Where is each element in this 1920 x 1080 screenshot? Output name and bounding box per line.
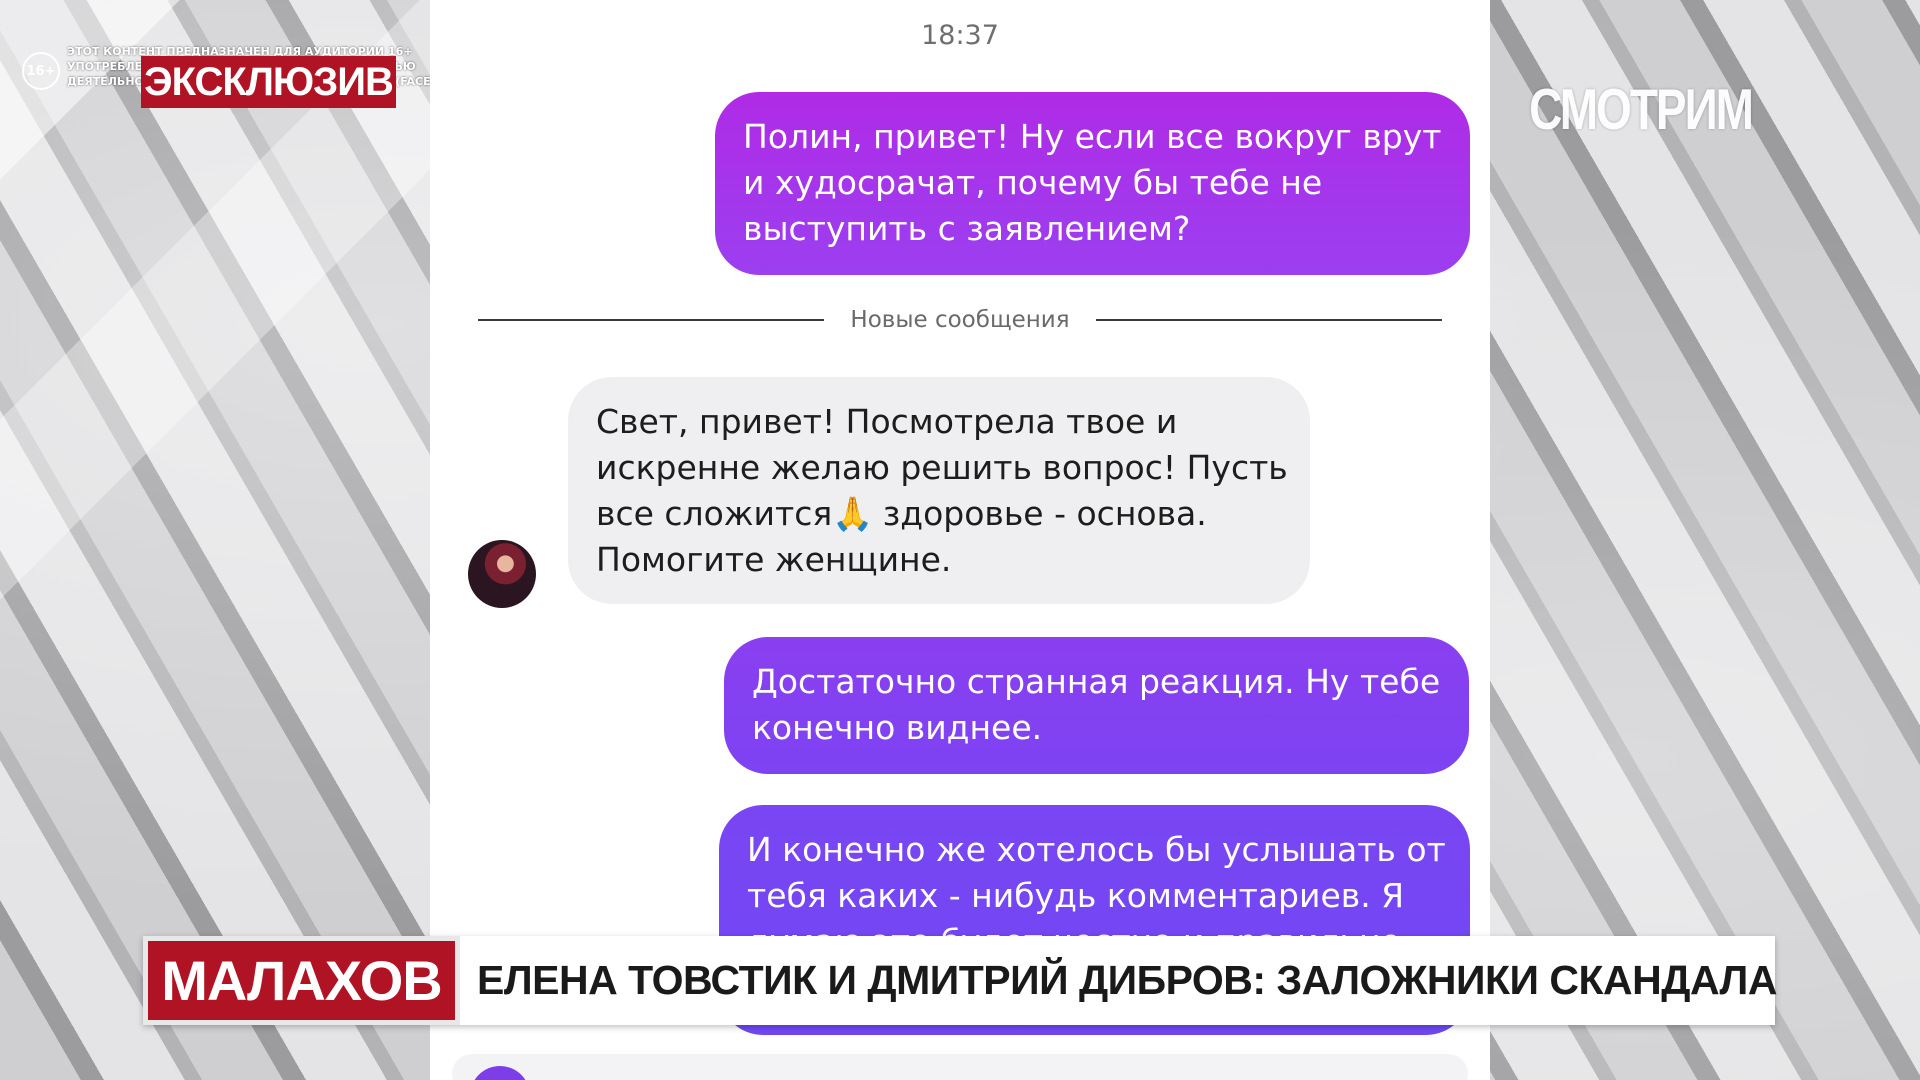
exclusive-badge: ЭКСКЛЮЗИВ [141, 56, 396, 108]
message-line: искренне желаю решить вопрос! Пусть [596, 448, 1288, 487]
message-line: выступить с заявлением? [743, 209, 1191, 248]
message-line: все сложится🙏 здоровье - основа. [596, 491, 1282, 537]
message-line: и худосрачат, почему бы тебе не [743, 163, 1323, 202]
message-line: тебя каких - нибудь комментариев. Я [747, 876, 1405, 915]
show-name-tag: МАЛАХОВ [143, 936, 460, 1025]
message-timestamp: 18:37 [921, 20, 999, 51]
message-composer-strip [452, 1054, 1468, 1080]
message-line: Помогите женщине. [596, 540, 952, 579]
age-rating-badge: 16+ [22, 52, 60, 90]
folded-hands-emoji-icon: 🙏 [832, 494, 874, 533]
divider-rule [1095, 319, 1442, 321]
chat-screenshot: 18:37 Полин, привет! Ну если все вокруг … [430, 0, 1490, 1080]
divider-rule [478, 319, 825, 321]
message-fragment: все сложится [596, 494, 833, 533]
message-line: конечно виднее. [752, 708, 1043, 747]
message-line: Полин, привет! Ну если все вокруг врут [743, 117, 1442, 156]
sender-avatar [468, 540, 536, 608]
message-line: И конечно же хотелось бы услышать от [747, 830, 1446, 869]
outgoing-message: Достаточно странная реакция. Ну тебе кон… [724, 637, 1469, 774]
lower-third-banner: МАЛАХОВ ЕЛЕНА ТОВСТИК И ДМИТРИЙ ДИБРОВ: … [143, 936, 1777, 1025]
message-line: Свет, привет! Посмотрела твое и [596, 402, 1178, 441]
message-line: Достаточно странная реакция. Ну тебе [752, 662, 1441, 701]
outgoing-message: Полин, привет! Ну если все вокруг врут и… [715, 92, 1470, 275]
headline-text: ЕЛЕНА ТОВСТИК И ДМИТРИЙ ДИБРОВ: ЗАЛОЖНИК… [477, 957, 1777, 1003]
incoming-message: Свет, привет! Посмотрела твое и искренне… [568, 377, 1310, 604]
new-messages-divider: Новые сообщения [478, 300, 1442, 340]
new-messages-label: Новые сообщения [850, 307, 1070, 333]
message-fragment: здоровье - основа. [882, 494, 1207, 533]
channel-logo: СМОТРИМ [1529, 76, 1754, 142]
